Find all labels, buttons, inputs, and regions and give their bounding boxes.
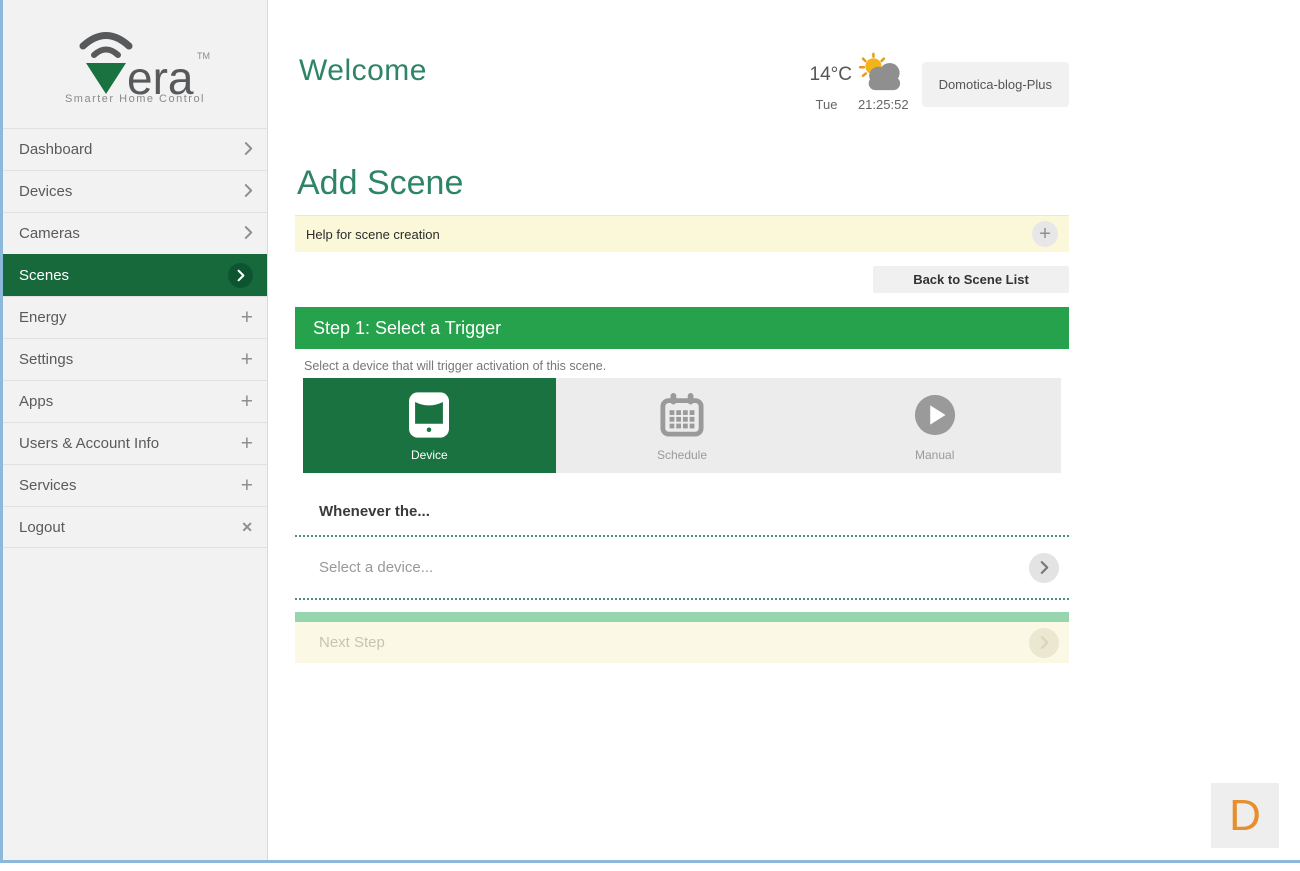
next-step-section: Next Step xyxy=(295,612,1069,663)
chevron-right-circle-icon xyxy=(228,263,253,288)
logo-trademark: TM xyxy=(197,51,210,61)
step1-caption: Select a device that will trigger activa… xyxy=(304,359,607,373)
sidebar-item-label: Services xyxy=(19,477,77,494)
trigger-tab-device[interactable]: Device xyxy=(303,378,556,473)
sidebar-item-label: Apps xyxy=(19,393,54,410)
trigger-tab-schedule[interactable]: Schedule xyxy=(556,378,809,473)
sidebar-item-label: Logout xyxy=(19,518,65,536)
sidebar-item-label: Devices xyxy=(19,183,73,200)
sidebar-item-cameras[interactable]: Cameras xyxy=(3,212,267,254)
sidebar-menu: Dashboard Devices Cameras Scenes Energy xyxy=(3,128,267,548)
chevron-right-circle-icon xyxy=(1029,627,1059,658)
sidebar-item-label: Settings xyxy=(19,351,74,368)
select-device-row[interactable]: Select a device... xyxy=(295,537,1069,598)
sidebar-item-users-account-info[interactable]: Users & Account Info + xyxy=(3,422,267,464)
close-icon: ✕ xyxy=(241,519,253,535)
chevron-right-icon xyxy=(244,183,253,201)
sidebar: era TM Smarter Home Control Dashboard De… xyxy=(3,0,268,860)
calendar-icon xyxy=(660,390,704,440)
page-bottom-border xyxy=(0,860,1300,863)
trigger-tab-label: Device xyxy=(410,447,448,462)
account-badge[interactable]: D xyxy=(1211,783,1279,848)
sidebar-item-energy[interactable]: Energy + xyxy=(3,296,267,338)
sidebar-item-label: Energy xyxy=(19,309,67,326)
weather-widget: 14°C Tue 21:25:52 xyxy=(810,52,912,112)
trigger-tab-label: Schedule xyxy=(656,447,708,462)
controller-selector[interactable]: Domotica-blog-Plus xyxy=(921,62,1069,107)
sidebar-item-scenes[interactable]: Scenes xyxy=(3,254,267,296)
back-to-scene-list-button[interactable]: Back to Scene List xyxy=(873,266,1069,293)
whenever-label: Whenever the... xyxy=(319,503,430,520)
weekday-label: Tue xyxy=(815,97,838,112)
trigger-type-tabs: Device Schedule Manual xyxy=(303,378,1061,473)
vera-logo: era TM Smarter Home Control xyxy=(3,0,267,128)
back-row: Back to Scene List xyxy=(295,266,1069,293)
dotted-divider xyxy=(295,598,1069,600)
play-circle-icon xyxy=(913,390,957,440)
chevron-right-icon xyxy=(244,141,253,159)
mint-strip xyxy=(295,612,1069,622)
sidebar-item-label: Dashboard xyxy=(19,141,93,158)
plus-icon: + xyxy=(240,432,253,455)
plus-icon: + xyxy=(240,306,253,329)
trigger-tab-label: Manual xyxy=(915,447,955,462)
sidebar-item-label: Users & Account Info xyxy=(19,435,160,452)
sidebar-item-devices[interactable]: Devices xyxy=(3,170,267,212)
step1-title: Step 1: Select a Trigger xyxy=(313,317,502,338)
chevron-right-icon xyxy=(244,225,253,243)
sidebar-item-settings[interactable]: Settings + xyxy=(3,338,267,380)
sidebar-item-label: Cameras xyxy=(19,225,80,242)
page-header: Welcome 14°C Tue 21:25:52 Domotica-blog-… xyxy=(295,46,1069,112)
temperature-value: 14°C xyxy=(809,63,852,85)
trigger-tab-manual[interactable]: Manual xyxy=(808,378,1061,473)
logo-wordmark: era xyxy=(127,52,194,99)
welcome-title: Welcome xyxy=(299,54,427,87)
main-content: Welcome 14°C Tue 21:25:52 Domotica-blog-… xyxy=(295,0,1069,663)
vera-logo-icon: era TM xyxy=(79,32,210,99)
sidebar-item-label: Scenes xyxy=(19,267,70,284)
account-badge-letter: D xyxy=(1229,790,1261,840)
chevron-right-circle-icon[interactable] xyxy=(1029,552,1059,583)
sidebar-item-dashboard[interactable]: Dashboard xyxy=(3,128,267,170)
plus-icon: + xyxy=(240,390,253,413)
header-status-cluster: 14°C Tue 21:25:52 Domotica-blog-Plus xyxy=(810,46,1069,112)
logo-tagline: Smarter Home Control xyxy=(64,93,206,105)
step1-header: Step 1: Select a Trigger xyxy=(295,307,1069,349)
page-title: Add Scene xyxy=(297,164,464,202)
sidebar-item-apps[interactable]: Apps + xyxy=(3,380,267,422)
device-controller-icon xyxy=(409,390,450,440)
expand-plus-icon[interactable]: + xyxy=(1032,221,1058,247)
next-step-label: Next Step xyxy=(319,634,385,651)
help-accordion[interactable]: Help for scene creation + xyxy=(295,215,1069,252)
sun-behind-cloud-icon xyxy=(858,52,912,97)
clock-time: 21:25:52 xyxy=(857,97,909,112)
help-accordion-label: Help for scene creation xyxy=(306,226,440,242)
sidebar-item-services[interactable]: Services + xyxy=(3,464,267,506)
sidebar-item-logout[interactable]: Logout ✕ xyxy=(3,506,267,548)
plus-icon: + xyxy=(240,348,253,371)
next-step-button[interactable]: Next Step xyxy=(295,622,1069,663)
plus-icon: + xyxy=(240,474,253,497)
select-device-label: Select a device... xyxy=(319,559,434,576)
